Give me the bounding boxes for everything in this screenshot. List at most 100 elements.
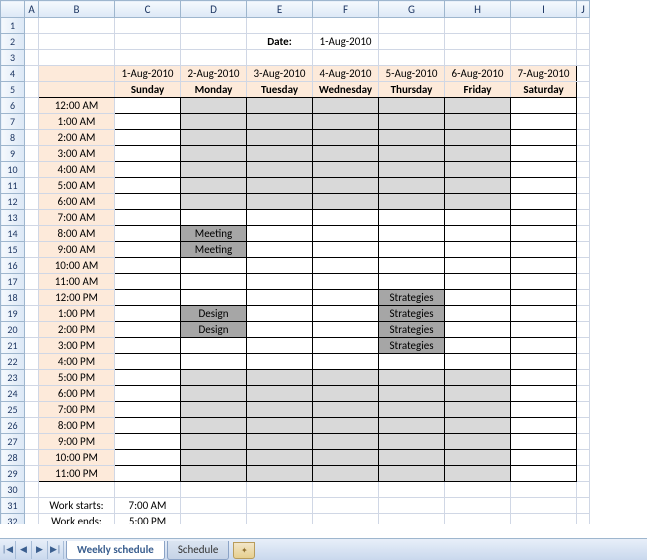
cell-A24[interactable] <box>25 386 39 402</box>
cell-I1[interactable] <box>511 18 577 34</box>
cell-H15[interactable] <box>445 242 511 258</box>
cell-A4[interactable] <box>25 66 39 82</box>
cell-B8[interactable]: 2:00 AM <box>39 130 115 146</box>
cell-H5[interactable]: Friday <box>445 82 511 98</box>
cell-A17[interactable] <box>25 274 39 290</box>
cell-H10[interactable] <box>445 162 511 178</box>
cell-I2[interactable] <box>511 34 577 50</box>
cell-E20[interactable] <box>247 322 313 338</box>
cell-C11[interactable] <box>115 178 181 194</box>
cell-F31[interactable] <box>313 498 379 514</box>
row-11[interactable]: 11 <box>1 178 25 194</box>
cell-A20[interactable] <box>25 322 39 338</box>
cell-G28[interactable] <box>379 450 445 466</box>
row-27[interactable]: 27 <box>1 434 25 450</box>
cell-I6[interactable] <box>511 98 577 114</box>
cell-G22[interactable] <box>379 354 445 370</box>
col-D[interactable]: D <box>181 1 247 18</box>
cell-C32[interactable]: 5:00 PM <box>115 514 181 525</box>
cell-J4[interactable] <box>577 66 590 82</box>
cell-I5[interactable]: Saturday <box>511 82 577 98</box>
cell-J14[interactable] <box>577 226 590 242</box>
cell-F4[interactable]: 4-Aug-2010 <box>313 66 379 82</box>
cell-J12[interactable] <box>577 194 590 210</box>
cell-A1[interactable] <box>25 18 39 34</box>
cell-J16[interactable] <box>577 258 590 274</box>
cell-B31[interactable]: Work starts: <box>39 498 115 514</box>
cell-H21[interactable] <box>445 338 511 354</box>
cell-F20[interactable] <box>313 322 379 338</box>
cell-D21[interactable] <box>181 338 247 354</box>
cell-B9[interactable]: 3:00 AM <box>39 146 115 162</box>
cell-E13[interactable] <box>247 210 313 226</box>
cell-F16[interactable] <box>313 258 379 274</box>
row-12[interactable]: 12 <box>1 194 25 210</box>
cell-H28[interactable] <box>445 450 511 466</box>
cell-B27[interactable]: 9:00 PM <box>39 434 115 450</box>
cell-I8[interactable] <box>511 130 577 146</box>
row-20[interactable]: 20 <box>1 322 25 338</box>
cell-A30[interactable] <box>25 482 39 498</box>
row-22[interactable]: 22 <box>1 354 25 370</box>
cell-I24[interactable] <box>511 386 577 402</box>
cell-E30[interactable] <box>247 482 313 498</box>
cell-I22[interactable] <box>511 354 577 370</box>
cell-D5[interactable]: Monday <box>181 82 247 98</box>
cell-E29[interactable] <box>247 466 313 482</box>
cell-A23[interactable] <box>25 370 39 386</box>
cell-I7[interactable] <box>511 114 577 130</box>
row-30[interactable]: 30 <box>1 482 25 498</box>
cell-J28[interactable] <box>577 450 590 466</box>
cell-G29[interactable] <box>379 466 445 482</box>
cell-F12[interactable] <box>313 194 379 210</box>
cell-I19[interactable] <box>511 306 577 322</box>
cell-B2[interactable] <box>39 34 115 50</box>
row-6[interactable]: 6 <box>1 98 25 114</box>
cell-D8[interactable] <box>181 130 247 146</box>
cell-B15[interactable]: 9:00 AM <box>39 242 115 258</box>
cell-G32[interactable] <box>379 514 445 525</box>
cell-J6[interactable] <box>577 98 590 114</box>
cell-A16[interactable] <box>25 258 39 274</box>
cell-F5[interactable]: Wednesday <box>313 82 379 98</box>
cell-E31[interactable] <box>247 498 313 514</box>
cell-C18[interactable] <box>115 290 181 306</box>
cell-H20[interactable] <box>445 322 511 338</box>
cell-C20[interactable] <box>115 322 181 338</box>
cell-A22[interactable] <box>25 354 39 370</box>
cell-I18[interactable] <box>511 290 577 306</box>
cell-G12[interactable] <box>379 194 445 210</box>
cell-D2[interactable] <box>181 34 247 50</box>
cell-C10[interactable] <box>115 162 181 178</box>
cell-E32[interactable] <box>247 514 313 525</box>
cell-A31[interactable] <box>25 498 39 514</box>
cell-D1[interactable] <box>181 18 247 34</box>
cell-I11[interactable] <box>511 178 577 194</box>
cell-F2[interactable]: 1-Aug-2010 <box>313 34 379 50</box>
cell-D23[interactable] <box>181 370 247 386</box>
cell-B26[interactable]: 8:00 PM <box>39 418 115 434</box>
col-E[interactable]: E <box>247 1 313 18</box>
cell-I30[interactable] <box>511 482 577 498</box>
cell-C5[interactable]: Sunday <box>115 82 181 98</box>
cell-F23[interactable] <box>313 370 379 386</box>
cell-G10[interactable] <box>379 162 445 178</box>
cell-B11[interactable]: 5:00 AM <box>39 178 115 194</box>
cell-G17[interactable] <box>379 274 445 290</box>
cell-H29[interactable] <box>445 466 511 482</box>
cell-A2[interactable] <box>25 34 39 50</box>
cell-A9[interactable] <box>25 146 39 162</box>
cell-J21[interactable] <box>577 338 590 354</box>
cell-F32[interactable] <box>313 514 379 525</box>
row-14[interactable]: 14 <box>1 226 25 242</box>
cell-J25[interactable] <box>577 402 590 418</box>
cell-G21[interactable]: Strategies <box>379 338 445 354</box>
cell-C27[interactable] <box>115 434 181 450</box>
row-28[interactable]: 28 <box>1 450 25 466</box>
col-G[interactable]: G <box>379 1 445 18</box>
row-19[interactable]: 19 <box>1 306 25 322</box>
cell-H2[interactable] <box>445 34 511 50</box>
cell-F21[interactable] <box>313 338 379 354</box>
cell-F10[interactable] <box>313 162 379 178</box>
cell-B16[interactable]: 10:00 AM <box>39 258 115 274</box>
